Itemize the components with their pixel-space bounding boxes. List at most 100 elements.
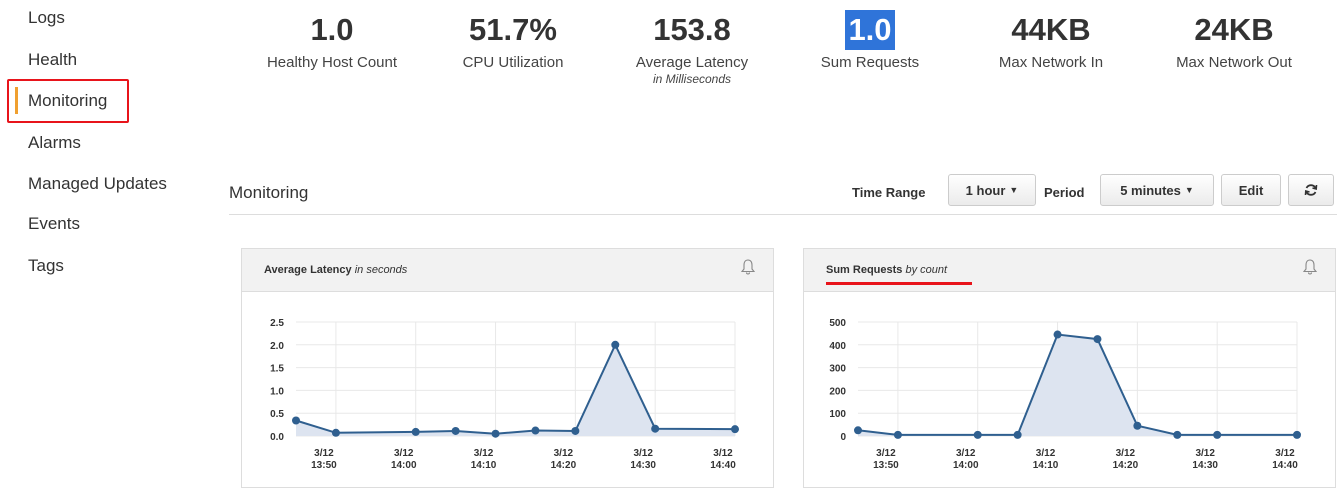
x-tick-date-label: 3/12: [713, 448, 733, 459]
sidebar-item-alarms[interactable]: Alarms: [28, 133, 81, 153]
period-value: 5 minutes: [1120, 182, 1181, 198]
edit-button[interactable]: Edit: [1221, 174, 1281, 206]
x-tick-time-label: 14:30: [1192, 460, 1218, 471]
data-point[interactable]: [451, 426, 460, 435]
metric-value: 153.8: [653, 12, 731, 47]
metric-value-highlighted: 1.0: [845, 10, 895, 50]
data-point[interactable]: [571, 426, 580, 435]
chart-title: Sum Requests: [826, 264, 903, 276]
x-tick-date-label: 3/12: [633, 448, 653, 459]
sidebar-item-managed-updates[interactable]: Managed Updates: [28, 174, 167, 194]
metric-sublabel: in Milliseconds: [652, 72, 732, 86]
x-tick-time-label: 14:00: [391, 460, 417, 471]
y-tick-label: 0.0: [270, 432, 284, 443]
sidebar-item-monitoring[interactable]: Monitoring: [28, 91, 107, 111]
period-dropdown[interactable]: 5 minutes ▼: [1100, 174, 1214, 206]
x-tick-date-label: 3/12: [1116, 448, 1136, 459]
metric-max-network-in: 44KB Max Network In: [966, 10, 1136, 72]
refresh-icon: [1304, 184, 1318, 196]
data-point[interactable]: [854, 426, 862, 435]
metric-value: 44KB: [1011, 12, 1091, 47]
data-point[interactable]: [292, 416, 300, 425]
x-tick-time-label: 14:10: [471, 460, 497, 471]
metric-label: CPU Utilization: [462, 54, 564, 71]
period-label: Period: [1044, 185, 1085, 200]
x-tick-date-label: 3/12: [1036, 448, 1056, 459]
bell-icon[interactable]: [1303, 259, 1317, 275]
x-tick-time-label: 14:30: [630, 460, 656, 471]
data-point[interactable]: [1053, 330, 1062, 339]
time-range-value: 1 hour: [965, 182, 1006, 198]
x-tick-date-label: 3/12: [474, 448, 494, 459]
series-line: [295, 342, 736, 435]
bell-icon[interactable]: [741, 259, 755, 275]
data-point[interactable]: [491, 429, 500, 438]
metric-value: 51.7%: [469, 12, 557, 47]
metric-sum-requests: 1.0 Sum Requests: [785, 10, 955, 72]
x-tick-date-label: 3/12: [876, 448, 896, 459]
sidebar-item-events[interactable]: Events: [28, 214, 80, 234]
y-tick-label: 300: [829, 364, 846, 375]
chart-title: Average Latency: [264, 264, 352, 276]
metric-healthy-host-count: 1.0 Healthy Host Count: [247, 10, 417, 72]
y-tick-label: 100: [829, 409, 846, 420]
x-tick-time-label: 14:10: [1033, 460, 1059, 471]
y-tick-label: 1.0: [270, 386, 284, 397]
y-tick-label: 0.5: [270, 409, 284, 420]
data-point[interactable]: [331, 428, 340, 437]
metric-label: Healthy Host Count: [266, 54, 398, 71]
chart-average-latency: 0.00.51.01.52.02.53/1213:503/1214:003/12…: [270, 318, 739, 471]
time-range-label: Time Range: [852, 185, 926, 200]
caret-down-icon: ▼: [1184, 185, 1194, 195]
sidebar-item-health[interactable]: Health: [28, 50, 77, 70]
y-tick-label: 500: [829, 318, 846, 329]
metric-label: Average Latency: [635, 54, 749, 71]
sidebar-item-logs[interactable]: Logs: [28, 8, 65, 28]
active-item-indicator: [15, 87, 18, 114]
panel-title: Average Latency in seconds: [264, 264, 407, 276]
x-tick-date-label: 3/12: [394, 448, 414, 459]
data-point[interactable]: [411, 427, 420, 436]
metric-average-latency: 153.8 Average Latency in Milliseconds: [607, 10, 777, 87]
refresh-button[interactable]: [1288, 174, 1334, 206]
y-tick-label: 0: [840, 432, 846, 443]
metric-label: Sum Requests: [820, 54, 920, 71]
data-point[interactable]: [731, 425, 739, 434]
y-tick-label: 1.5: [270, 364, 284, 375]
panel-header: Average Latency in seconds: [242, 249, 773, 292]
panel-title: Sum Requests by count: [826, 264, 947, 276]
data-point[interactable]: [1213, 430, 1222, 439]
data-point[interactable]: [1013, 430, 1022, 439]
data-point[interactable]: [1173, 430, 1182, 439]
data-point[interactable]: [1293, 430, 1301, 439]
time-range-dropdown[interactable]: 1 hour ▼: [948, 174, 1036, 206]
chart-panel-average-latency: Average Latency in seconds 0.0 0.5 1.0 1.5 2…: [241, 248, 774, 488]
chart-sum-requests: 01002003004005003/1213:503/1214:003/1214…: [829, 318, 1301, 471]
caret-down-icon: ▼: [1009, 185, 1019, 195]
data-point[interactable]: [1133, 421, 1142, 430]
x-tick-date-label: 3/12: [1275, 448, 1295, 459]
panel-header: Sum Requests by count: [804, 249, 1335, 292]
x-tick-time-label: 14:40: [710, 460, 736, 471]
section-divider: [229, 214, 1337, 215]
data-point[interactable]: [973, 430, 982, 439]
data-point[interactable]: [651, 424, 660, 433]
metric-value: 24KB: [1194, 12, 1274, 47]
x-tick-time-label: 13:50: [873, 460, 899, 471]
chart-title-suffix: by count: [905, 264, 948, 276]
data-point[interactable]: [893, 430, 902, 439]
data-point[interactable]: [1093, 335, 1102, 344]
x-tick-date-label: 3/12: [554, 448, 574, 459]
data-point[interactable]: [531, 426, 540, 435]
metric-label: Max Network Out: [1176, 54, 1292, 71]
sidebar-item-tags[interactable]: Tags: [28, 256, 64, 276]
x-tick-date-label: 3/12: [1195, 448, 1215, 459]
metric-value: 1.0: [310, 12, 354, 47]
x-tick-time-label: 14:40: [1272, 460, 1298, 471]
x-tick-time-label: 14:00: [953, 460, 979, 471]
data-point[interactable]: [611, 340, 620, 349]
x-tick-time-label: 14:20: [1113, 460, 1139, 471]
y-tick-label: 400: [829, 341, 846, 352]
x-tick-time-label: 13:50: [311, 460, 337, 471]
series-area: [858, 334, 1297, 436]
